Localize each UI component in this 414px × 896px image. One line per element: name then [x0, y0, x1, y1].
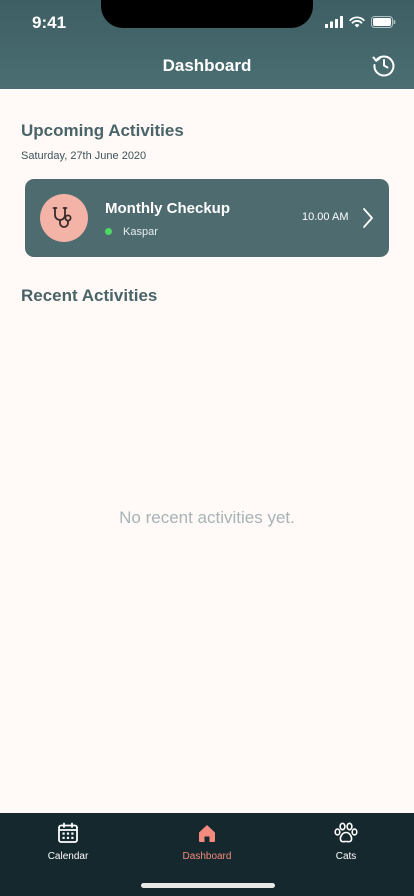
tab-label-calendar: Calendar	[47, 851, 89, 862]
chevron-right-icon	[363, 208, 373, 228]
home-icon	[199, 825, 215, 842]
calendar-icon	[58, 822, 78, 843]
history-icon	[372, 55, 395, 77]
empty-state-message: No recent activities yet.	[119, 508, 295, 527]
status-icons	[325, 15, 396, 29]
upcoming-date: Saturday, 27th June 2020	[21, 150, 147, 162]
stethoscope-icon	[52, 207, 72, 228]
tab-cats[interactable]: Cats	[306, 821, 386, 869]
wifi-icon	[349, 16, 365, 28]
battery-icon	[371, 16, 396, 28]
cellular-signal-icon	[325, 16, 343, 28]
page-title: Dashboard	[162, 56, 252, 75]
activity-time: 10.00 AM	[302, 211, 349, 223]
activity-title: Monthly Checkup	[105, 200, 231, 217]
home-indicator[interactable]	[141, 883, 275, 888]
activity-card[interactable]: Monthly Checkup Kaspar 10.00 AM	[25, 179, 389, 257]
app-header: 9:41 Dashboard	[0, 0, 414, 89]
tab-calendar[interactable]: Calendar	[28, 821, 108, 869]
recent-activities-title: Recent Activities	[21, 286, 158, 305]
tab-label-dashboard: Dashboard	[182, 851, 232, 862]
upcoming-activities-title: Upcoming Activities	[21, 121, 184, 140]
status-time: 9:41	[32, 13, 67, 32]
tab-dashboard[interactable]: Dashboard	[167, 821, 247, 869]
paw-icon	[334, 822, 358, 843]
device-notch	[101, 0, 313, 28]
activity-cat-name: Kaspar	[123, 226, 158, 238]
tab-label-cats: Cats	[335, 851, 357, 862]
activity-avatar	[40, 194, 88, 242]
status-dot	[105, 228, 112, 235]
history-button[interactable]	[370, 51, 398, 79]
